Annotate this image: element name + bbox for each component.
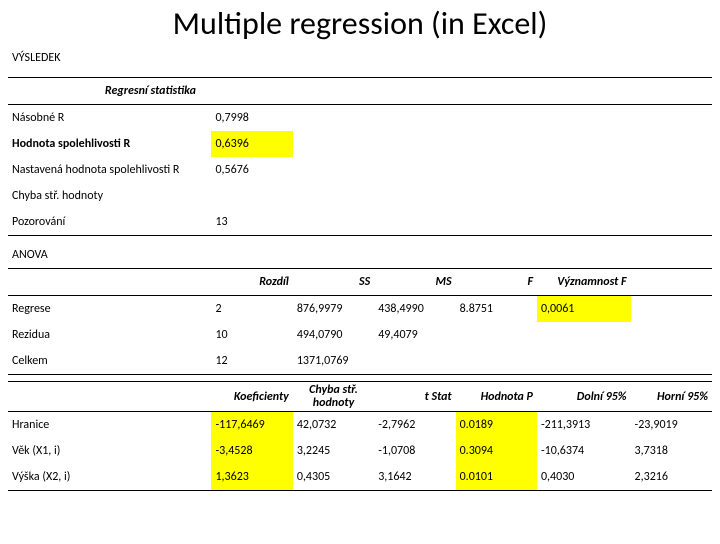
val-hranice-horni: -23,9019	[631, 412, 712, 439]
hdr-tstat: t Stat	[374, 382, 455, 412]
label-regrese: Regrese	[8, 296, 211, 323]
hdr-ms: MS	[374, 269, 455, 296]
row-chyba: Chyba stř. hodnoty	[8, 183, 712, 209]
val-hranice-chyba: 42,0732	[293, 412, 374, 439]
row-vysledek: VÝSLEDEK	[8, 45, 712, 71]
val-vek-t: -1,0708	[374, 438, 455, 464]
row-regstat-header: Regresní statistika	[8, 78, 712, 105]
row-rezidua: Rezidua 10 494,0790 49,4079	[8, 322, 712, 348]
val-vyska-horni: 2,3216	[631, 464, 712, 491]
val-vyska-p: 0.0101	[456, 464, 537, 491]
val-vek-dolni: -10,6374	[537, 438, 631, 464]
label-hranice: Hranice	[8, 412, 211, 439]
val-regrese-f: 8.8751	[456, 296, 537, 323]
val-hranice-p: 0.0189	[456, 412, 537, 439]
label-vysledek: VÝSLEDEK	[8, 45, 211, 71]
val-regrese-rozdil: 2	[211, 296, 292, 323]
val-pozor: 13	[211, 209, 292, 236]
row-anova-label: ANOVA	[8, 242, 712, 269]
val-vek-koef: -3,4528	[211, 438, 292, 464]
hdr-chybaStr: Chyba stř. hodnoty	[293, 382, 374, 412]
val-rezidua-rozdil: 10	[211, 322, 292, 348]
label-adjR: Nastavená hodnota spolehlivosti R	[8, 157, 211, 183]
val-chyba	[211, 183, 292, 209]
row-vyska: Výška (X2, i) 1,3623 0,4305 3,1642 0.010…	[8, 464, 712, 491]
val-celkem-ss: 1371,0769	[293, 348, 374, 375]
val-spolR: 0,6396	[211, 131, 292, 157]
val-regrese-ms: 438,4990	[374, 296, 455, 323]
row-regrese: Regrese 2 876,9979 438,4990 8.8751 0,006…	[8, 296, 712, 323]
val-hranice-dolni: -211,3913	[537, 412, 631, 439]
val-vek-chyba: 3,2245	[293, 438, 374, 464]
val-celkem-rozdil: 12	[211, 348, 292, 375]
label-vyska: Výška (X2, i)	[8, 464, 211, 491]
hdr-vyznF: Významnost F	[537, 269, 631, 296]
label-pozor: Pozorování	[8, 209, 211, 236]
val-hranice-koef: -117,6469	[211, 412, 292, 439]
hdr-ss: SS	[293, 269, 374, 296]
hdr-horni: Horní 95%	[631, 382, 712, 412]
row-vek: Věk (X1, i) -3,4528 3,2245 -1,0708 0.309…	[8, 438, 712, 464]
val-vyska-chyba: 0,4305	[293, 464, 374, 491]
row-pozor: Pozorování 13	[8, 209, 712, 236]
val-hranice-t: -2,7962	[374, 412, 455, 439]
row-hranice: Hranice -117,6469 42,0732 -2,7962 0.0189…	[8, 412, 712, 439]
hdr-koef: Koeficienty	[211, 382, 292, 412]
val-regrese-ss: 876,9979	[293, 296, 374, 323]
row-anova-header: Rozdíl SS MS F Významnost F	[8, 269, 712, 296]
val-vyska-dolni: 0,4030	[537, 464, 631, 491]
val-vek-horni: 3,7318	[631, 438, 712, 464]
label-vek: Věk (X1, i)	[8, 438, 211, 464]
val-adjR: 0,5676	[211, 157, 292, 183]
val-rezidua-ms: 49,4079	[374, 322, 455, 348]
label-chyba: Chyba stř. hodnoty	[8, 183, 211, 209]
hdr-hodnotaP: Hodnota P	[456, 382, 537, 412]
label-spolR: Hodnota spolehlivosti R	[8, 131, 211, 157]
regression-output-table: VÝSLEDEK Regresní statistika Násobné R 0…	[8, 45, 712, 491]
label-rezidua: Rezidua	[8, 322, 211, 348]
val-vyska-t: 3,1642	[374, 464, 455, 491]
val-regrese-vyznF: 0,0061	[537, 296, 631, 323]
hdr-f: F	[456, 269, 537, 296]
val-nasobneR: 0,7998	[211, 105, 292, 132]
label-regstat: Regresní statistika	[8, 78, 293, 105]
row-celkem: Celkem 12 1371,0769	[8, 348, 712, 375]
row-nasobneR: Násobné R 0,7998	[8, 105, 712, 132]
page-title: Multiple regression (in Excel)	[8, 4, 712, 43]
row-coef-header: Koeficienty Chyba stř. hodnoty t Stat Ho…	[8, 382, 712, 412]
label-celkem: Celkem	[8, 348, 211, 375]
row-adjR: Nastavená hodnota spolehlivosti R 0,5676	[8, 157, 712, 183]
hdr-rozdil: Rozdíl	[211, 269, 292, 296]
label-nasobneR: Násobné R	[8, 105, 211, 132]
hdr-dolni: Dolní 95%	[537, 382, 631, 412]
label-anova: ANOVA	[8, 242, 211, 269]
row-spolR: Hodnota spolehlivosti R 0,6396	[8, 131, 712, 157]
val-vyska-koef: 1,3623	[211, 464, 292, 491]
val-rezidua-ss: 494,0790	[293, 322, 374, 348]
val-vek-p: 0.3094	[456, 438, 537, 464]
